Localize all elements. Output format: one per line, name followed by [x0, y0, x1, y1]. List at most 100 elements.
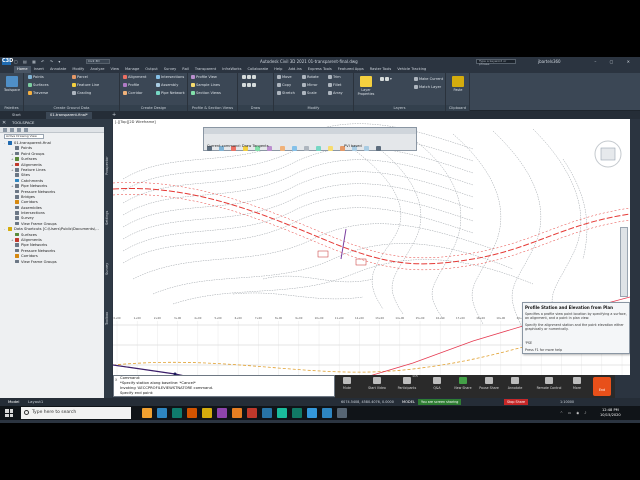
tab-prospector[interactable]: Prospector: [105, 131, 111, 175]
ribbon-tab-rail[interactable]: Rail: [179, 66, 192, 73]
windows-start-button[interactable]: [5, 409, 13, 417]
match-layer-button[interactable]: Match Layer: [414, 85, 441, 90]
move-button[interactable]: Move: [277, 75, 292, 80]
points-button[interactable]: Points: [28, 75, 44, 80]
taskbar-app-icon[interactable]: [232, 408, 242, 418]
alignment-line[interactable]: [113, 187, 630, 265]
mirror-button[interactable]: Mirror: [302, 83, 318, 88]
model-tab[interactable]: Model: [8, 398, 19, 406]
new-tab-button[interactable]: +: [108, 112, 120, 119]
copy-profile-icon[interactable]: [315, 146, 321, 151]
annotation-scale[interactable]: 1:10000: [560, 398, 574, 406]
taskbar-app-icon[interactable]: [217, 408, 227, 418]
toolspace-button[interactable]: Toolspace: [3, 75, 21, 95]
scale-button[interactable]: Scale: [302, 91, 317, 96]
arc-button[interactable]: [242, 83, 257, 88]
tree-node[interactable]: View Frame Groups: [4, 259, 104, 265]
surfaces-button[interactable]: Surfaces: [28, 83, 49, 88]
taskbar-app-icon[interactable]: [262, 408, 272, 418]
line-button[interactable]: [242, 75, 257, 80]
alignment-button[interactable]: Alignment: [123, 75, 146, 80]
trim-button[interactable]: Trim: [328, 75, 341, 80]
ribbon-tab-output[interactable]: Output: [142, 66, 160, 73]
corridor-button[interactable]: Corridor: [123, 91, 143, 96]
ribbon-tab-raster-tools[interactable]: Raster Tools: [367, 66, 395, 73]
toolbar-icon[interactable]: [3, 128, 7, 132]
rotate-button[interactable]: Rotate: [302, 75, 319, 80]
parcel-button[interactable]: Parcel: [72, 75, 88, 80]
layout1-tab[interactable]: Layout1: [28, 398, 43, 406]
ribbon-tab-insert[interactable]: Insert: [31, 66, 47, 73]
qa-button[interactable]: Q&A: [427, 377, 447, 390]
toolbar-icon[interactable]: [10, 128, 14, 132]
ribbon-tab-analyze[interactable]: Analyze: [87, 66, 107, 73]
close-icon[interactable]: ✕: [2, 119, 6, 127]
command-prompt[interactable]: Specify end point:: [120, 391, 153, 396]
annotate-button[interactable]: Annotate: [505, 377, 525, 390]
toolbar-title-bar[interactable]: [204, 128, 416, 134]
free-vertical-icon[interactable]: [291, 146, 297, 151]
view-select[interactable]: Active Drawing View: [4, 134, 44, 139]
user-name[interactable]: jbartels360: [538, 57, 561, 66]
intersections-button[interactable]: Intersections: [156, 75, 184, 80]
ribbon-tab-express-tools[interactable]: Express Tools: [305, 66, 335, 73]
viewcube-face[interactable]: [600, 147, 616, 161]
assembly-button[interactable]: Assembly: [156, 83, 178, 88]
taskbar-app-icon[interactable]: [292, 408, 302, 418]
ribbon-tab-survey[interactable]: Survey: [161, 66, 180, 73]
feature-line-button[interactable]: Feature Line: [72, 83, 99, 88]
ribbon-tab-add-ins[interactable]: Add-ins: [285, 66, 304, 73]
taskbar-app-icon[interactable]: [247, 408, 257, 418]
copy-button[interactable]: Copy: [277, 83, 291, 88]
pvi-grid-icon[interactable]: [327, 146, 333, 151]
ribbon-tab-collaborate[interactable]: Collaborate: [244, 66, 271, 73]
remote-control-button[interactable]: Remote Control: [535, 377, 563, 390]
end-meeting-button[interactable]: End: [593, 377, 611, 396]
ribbon-tab-infraworks[interactable]: InfraWorks: [219, 66, 244, 73]
taskbar-app-icon[interactable]: [172, 408, 182, 418]
array-button[interactable]: Array: [328, 91, 343, 96]
viewport-label[interactable]: [-][Top][2D Wireframe]: [115, 120, 156, 124]
close-icon[interactable]: x: [115, 377, 117, 382]
ribbon-tab-home[interactable]: Home: [14, 66, 31, 73]
tab-settings[interactable]: Settings: [105, 185, 111, 225]
taskbar-clock[interactable]: 12:48 PM 10/15/2020: [600, 408, 621, 418]
traverse-button[interactable]: Traverse: [28, 91, 48, 96]
section-views-button[interactable]: Section Views: [191, 91, 221, 96]
taskbar-app-icon[interactable]: [337, 408, 347, 418]
layer-properties-button[interactable]: Layer Properties: [357, 75, 375, 96]
taskbar-app-icon[interactable]: [157, 408, 167, 418]
workspace-select[interactable]: Civil 3D: [86, 59, 110, 64]
ribbon-tab-modify[interactable]: Modify: [69, 66, 87, 73]
design-profile-tangents[interactable]: [113, 364, 356, 375]
pipe-network-button[interactable]: Pipe Network: [156, 91, 185, 96]
ribbon-tab-vehicle-tracking[interactable]: Vehicle Tracking: [394, 66, 429, 73]
tab-toolbox[interactable]: Toolbox: [105, 285, 111, 325]
sample-lines-button[interactable]: Sample Lines: [191, 83, 220, 88]
taskbar-app-icon[interactable]: [202, 408, 212, 418]
ribbon-tab-view[interactable]: View: [107, 66, 122, 73]
viewcube[interactable]: [591, 139, 625, 169]
paste-button[interactable]: Paste: [449, 75, 467, 95]
participants-button[interactable]: Participants: [397, 377, 417, 390]
ribbon-tab-help[interactable]: Help: [271, 66, 285, 73]
profile-view-button[interactable]: Profile View: [191, 75, 217, 80]
taskbar-app-icon[interactable]: [142, 408, 152, 418]
more-button[interactable]: More: [567, 377, 587, 390]
ribbon-tab-annotate[interactable]: Annotate: [47, 66, 69, 73]
start-video-button[interactable]: Start Video: [367, 377, 387, 390]
taskbar-app-icon[interactable]: [277, 408, 287, 418]
stretch-button[interactable]: Stretch: [277, 91, 295, 96]
taskbar-app-icon[interactable]: [307, 408, 317, 418]
navigation-bar[interactable]: [620, 227, 628, 297]
ribbon-tab-transparent[interactable]: Transparent: [192, 66, 219, 73]
grading-button[interactable]: Grading: [72, 91, 91, 96]
taskbar-app-icon[interactable]: [187, 408, 197, 418]
app-logo[interactable]: C3D: [2, 58, 13, 65]
taskbar-app-icon[interactable]: [322, 408, 332, 418]
stop-share-button[interactable]: Stop Share: [504, 399, 529, 405]
redo-icon[interactable]: [364, 146, 370, 151]
tab-survey[interactable]: Survey: [105, 235, 111, 275]
make-current-button[interactable]: Make Current: [414, 77, 443, 82]
fillet-button[interactable]: Fillet: [328, 83, 341, 88]
